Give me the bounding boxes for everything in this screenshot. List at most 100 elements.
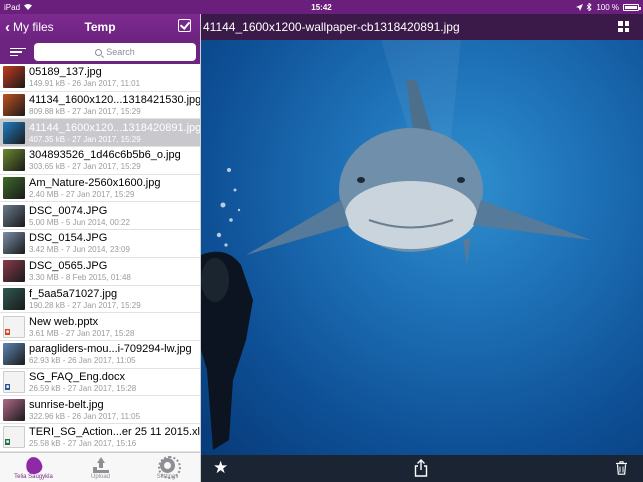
file-row[interactable]: ■ TERI_SG_Action...er 25 11 2015.xlsx 25.5… bbox=[0, 424, 200, 452]
file-meta: 322.96 kB - 26 Jan 2017, 11:05 bbox=[29, 411, 141, 421]
file-text: DSC_0074.JPG 5.00 MB - 5 Jun 2014, 00:22 bbox=[29, 205, 200, 227]
file-meta: 62.93 kB - 26 Jan 2017, 11:05 bbox=[29, 356, 136, 366]
file-text: DSC_0154.JPG 3.42 MB - 7 Jun 2014, 23:09 bbox=[29, 232, 200, 254]
file-row[interactable]: f_5aa5a71027.jpg 190.28 kB - 27 Jan 2017,… bbox=[0, 286, 200, 314]
file-meta: 149.91 kB - 26 Jan 2017, 11:01 bbox=[29, 79, 141, 89]
search-icon bbox=[95, 48, 103, 56]
file-meta: 809.88 kB - 27 Jan 2017, 15:29 bbox=[29, 107, 141, 117]
file-row[interactable]: 304893526_1d46c6b5b6_o.jpg 303.65 kB - 27… bbox=[0, 147, 200, 175]
file-text: 05189_137.jpg 149.91 kB - 26 Jan 2017, 11… bbox=[29, 66, 200, 88]
file-text: f_5aa5a71027.jpg 190.28 kB - 27 Jan 2017,… bbox=[29, 288, 200, 310]
file-name: 41144_1600x120...1318420891.jpg bbox=[29, 121, 200, 134]
image-thumbnail bbox=[3, 204, 25, 227]
back-button[interactable]: ‹ My files bbox=[0, 20, 54, 35]
file-name: SG_FAQ_Eng.docx bbox=[29, 370, 125, 383]
viewer-toolbar: ★ bbox=[201, 455, 643, 482]
image-thumbnail bbox=[3, 232, 25, 255]
image-thumbnail bbox=[3, 121, 25, 144]
file-row[interactable]: 41144_1600x120...1318420891.jpg 407.35 kB… bbox=[0, 119, 200, 148]
share-icon[interactable] bbox=[414, 459, 428, 477]
file-type-badge: ■ bbox=[5, 383, 11, 390]
file-text: New web.pptx 3.61 MB - 27 Jan 2017, 15:28 bbox=[29, 316, 200, 338]
battery-icon bbox=[623, 3, 641, 11]
file-meta: 3.61 MB - 27 Jan 2017, 15:28 bbox=[29, 328, 135, 338]
shark-photo[interactable] bbox=[201, 40, 643, 456]
image-thumbnail bbox=[3, 94, 25, 117]
file-row[interactable]: Am_Nature-2560x1600.jpg 2.40 MB - 27 Jan … bbox=[0, 175, 200, 203]
file-row[interactable]: ■ New web.pptx 3.61 MB - 27 Jan 2017, 15:2… bbox=[0, 313, 200, 341]
file-meta: 5.00 MB - 5 Jun 2014, 00:22 bbox=[29, 217, 130, 227]
upload-icon bbox=[92, 456, 109, 474]
file-name: 304893526_1d46c6b5b6_o.jpg bbox=[29, 149, 181, 162]
tab-label: Upload bbox=[90, 474, 110, 480]
image-thumbnail bbox=[3, 66, 25, 89]
file-name: TERI_SG_Action...er 25 11 2015.xlsx bbox=[29, 426, 200, 439]
tab-upload[interactable]: Upload bbox=[67, 453, 134, 482]
grid-view-icon[interactable] bbox=[618, 21, 629, 32]
file-meta: 3.30 MB - 8 Feb 2015, 01:48 bbox=[29, 273, 131, 283]
image-thumbnail bbox=[3, 177, 25, 200]
image-thumbnail bbox=[3, 398, 25, 421]
file-meta: 25.58 kB - 27 Jan 2017, 15:16 bbox=[29, 439, 137, 449]
file-row[interactable]: 41134_1600x120...1318421530.jpg 809.88 kB… bbox=[0, 92, 200, 120]
image-thumbnail bbox=[3, 149, 25, 172]
file-text: 41134_1600x120...1318421530.jpg 809.88 kB… bbox=[29, 94, 200, 116]
file-name: 41134_1600x120...1318421530.jpg bbox=[29, 94, 200, 107]
tab-settings[interactable]: Settings bbox=[134, 453, 200, 482]
trash-icon[interactable] bbox=[616, 461, 627, 475]
file-row[interactable]: DSC_0154.JPG 3.42 MB - 7 Jun 2014, 23:09 bbox=[0, 230, 200, 258]
sort-icon[interactable] bbox=[10, 47, 26, 57]
search-placeholder: Search bbox=[106, 47, 135, 57]
search-row: Search bbox=[0, 40, 200, 64]
viewer-title: 41144_1600x1200-wallpaper-cb1318420891.j… bbox=[203, 20, 460, 34]
file-list: 05189_137.jpg 149.91 kB - 26 Jan 2017, 11… bbox=[0, 64, 200, 452]
file-browser-panel: ‹ My files Temp Search 05189_137.jpg 149.… bbox=[0, 14, 201, 482]
file-row[interactable]: 05189_137.jpg 149.91 kB - 26 Jan 2017, 11… bbox=[0, 64, 200, 92]
shark-illustration bbox=[201, 40, 591, 450]
file-text: paragliders-mou...i-709294-lw.jpg 62.93 k… bbox=[29, 343, 200, 365]
battery-percent: 100 % bbox=[596, 2, 619, 12]
file-name: f_5aa5a71027.jpg bbox=[29, 287, 118, 300]
file-type-badge: ■ bbox=[5, 439, 11, 446]
gear-icon bbox=[158, 455, 181, 479]
file-name: sunrise-belt.jpg bbox=[29, 398, 104, 411]
file-row[interactable]: DSC_0565.JPG 3.30 MB - 8 Feb 2015, 01:48 bbox=[0, 258, 200, 286]
document-thumbnail-icon: ■ bbox=[3, 315, 25, 338]
file-row[interactable]: ■ SG_FAQ_Eng.docx 26.59 kB - 27 Jan 2017, … bbox=[0, 369, 200, 397]
file-row[interactable]: sunrise-belt.jpg 322.96 kB - 26 Jan 2017,… bbox=[0, 396, 200, 424]
image-viewer-panel: 41144_1600x1200-wallpaper-cb1318420891.j… bbox=[201, 14, 643, 482]
image-thumbnail bbox=[3, 287, 25, 310]
tab-label: Telia Saugykla bbox=[14, 474, 53, 480]
document-thumbnail-icon: ■ bbox=[3, 426, 25, 449]
file-meta: 407.35 kB - 27 Jan 2017, 15:29 bbox=[29, 134, 141, 144]
chevron-left-icon: ‹ bbox=[5, 18, 10, 36]
file-text: 41144_1600x120...1318420891.jpg 407.35 kB… bbox=[29, 122, 200, 144]
status-bar: iPad 15:42 100 % bbox=[0, 0, 643, 14]
status-right: 100 % bbox=[576, 2, 641, 12]
image-thumbnail bbox=[3, 260, 25, 283]
file-meta: 190.28 kB - 27 Jan 2017, 15:29 bbox=[29, 300, 141, 310]
document-thumbnail-icon: ■ bbox=[3, 370, 25, 393]
file-text: SG_FAQ_Eng.docx 26.59 kB - 27 Jan 2017, 1… bbox=[29, 371, 200, 393]
search-input[interactable]: Search bbox=[34, 43, 196, 61]
file-row[interactable]: DSC_0074.JPG 5.00 MB - 5 Jun 2014, 00:22 bbox=[0, 202, 200, 231]
file-meta: 2.40 MB - 27 Jan 2017, 15:29 bbox=[29, 190, 135, 200]
file-text: TERI_SG_Action...er 25 11 2015.xlsx 25.58… bbox=[29, 426, 200, 448]
viewer-nav-bar: 41144_1600x1200-wallpaper-cb1318420891.j… bbox=[201, 14, 643, 40]
file-meta: 26.59 kB - 27 Jan 2017, 15:28 bbox=[29, 383, 137, 393]
file-name: paragliders-mou...i-709294-lw.jpg bbox=[29, 343, 192, 356]
select-checkbox-icon[interactable] bbox=[178, 19, 191, 32]
file-name: DSC_0154.JPG bbox=[29, 232, 108, 245]
tab-telia-saugykla[interactable]: Telia Saugykla bbox=[0, 453, 67, 482]
image-thumbnail bbox=[3, 343, 25, 366]
status-time: 15:42 bbox=[311, 2, 332, 12]
file-name: New web.pptx bbox=[29, 315, 99, 328]
file-meta: 3.42 MB - 7 Jun 2014, 23:09 bbox=[29, 245, 130, 255]
location-icon bbox=[576, 3, 584, 11]
bluetooth-icon bbox=[587, 3, 592, 11]
tab-bar: Telia Saugykla Upload Settings bbox=[0, 452, 200, 482]
file-text: sunrise-belt.jpg 322.96 kB - 26 Jan 2017,… bbox=[29, 399, 200, 421]
file-text: 304893526_1d46c6b5b6_o.jpg 303.65 kB - 27… bbox=[29, 149, 200, 171]
star-icon[interactable]: ★ bbox=[213, 459, 228, 476]
file-row[interactable]: paragliders-mou...i-709294-lw.jpg 62.93 k… bbox=[0, 341, 200, 369]
